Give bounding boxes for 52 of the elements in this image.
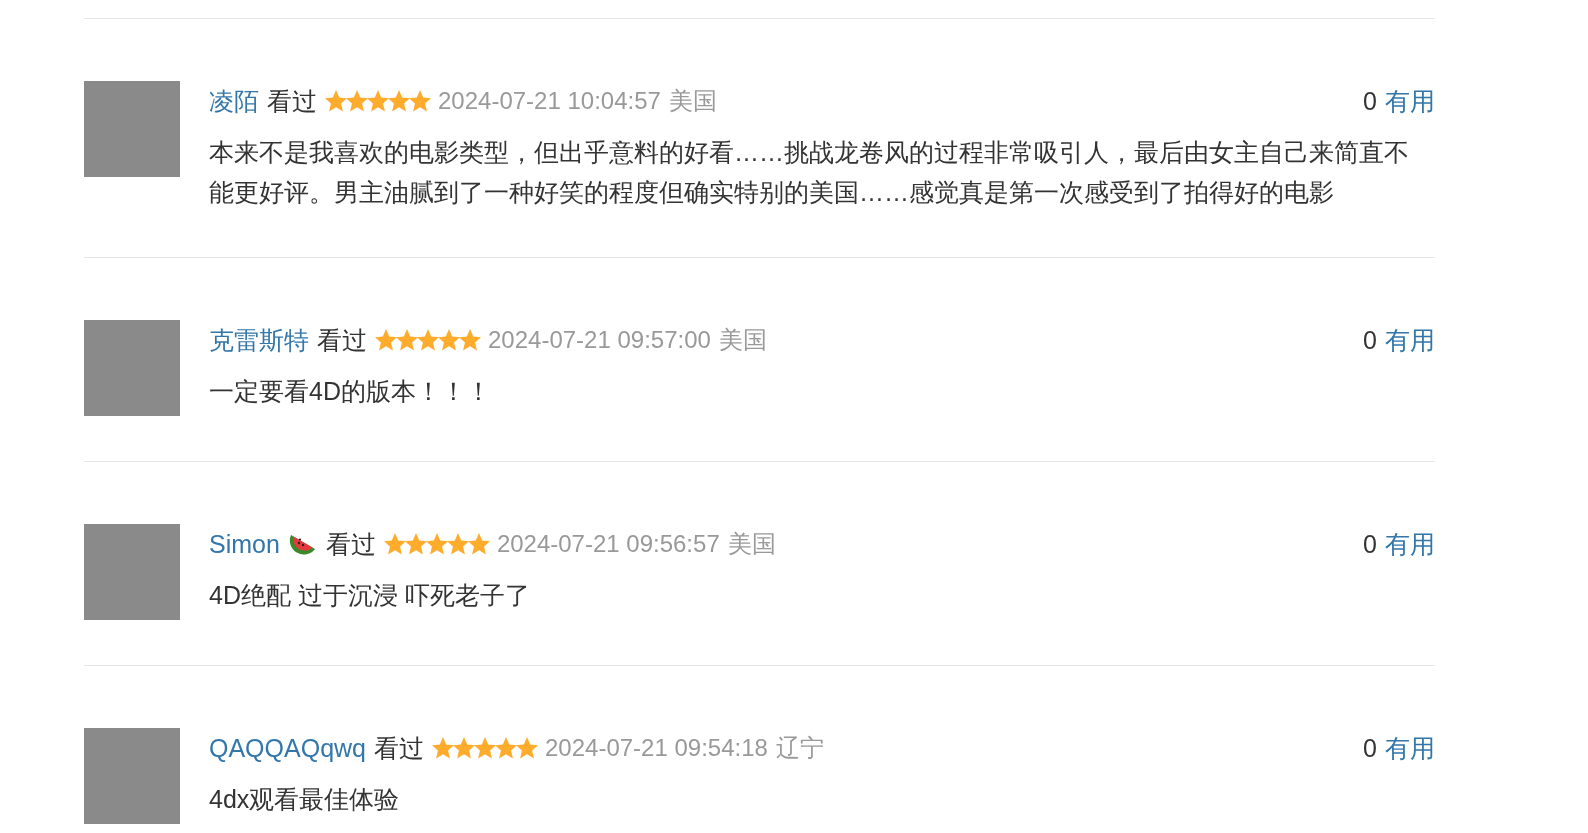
star-icon bbox=[495, 737, 517, 759]
watched-status: 看过 bbox=[317, 324, 367, 356]
username-link[interactable]: 克雷斯特 bbox=[209, 323, 309, 357]
review-time: 2024-07-21 09:56:57 bbox=[496, 530, 720, 558]
username-link[interactable]: 凌陌 bbox=[209, 84, 259, 118]
watched-status: 看过 bbox=[267, 85, 317, 117]
star-icon bbox=[425, 533, 448, 555]
star-icon bbox=[474, 737, 496, 759]
review-location: 美国 bbox=[718, 325, 767, 355]
star-icon bbox=[516, 737, 538, 759]
user-avatar[interactable] bbox=[84, 320, 180, 416]
user-avatar[interactable] bbox=[84, 728, 180, 824]
review-location: 美国 bbox=[668, 86, 717, 116]
username-link[interactable]: Simon bbox=[209, 529, 280, 559]
star-icon bbox=[404, 533, 427, 555]
star-icon bbox=[388, 90, 410, 112]
star-icon bbox=[396, 329, 418, 351]
star-icon bbox=[438, 329, 460, 351]
useful-count: 0 bbox=[1363, 325, 1377, 355]
review-time: 2024-07-21 09:57:00 bbox=[488, 326, 711, 354]
star-icon bbox=[325, 90, 347, 112]
review-time: 2024-07-21 10:04:57 bbox=[438, 87, 661, 115]
star-icon bbox=[346, 90, 368, 112]
star-icon bbox=[383, 533, 406, 555]
review-location: 辽宁 bbox=[775, 733, 824, 763]
user-avatar[interactable] bbox=[84, 81, 180, 177]
useful-count: 0 bbox=[1363, 529, 1377, 559]
useful-link[interactable]: 有用 bbox=[1385, 527, 1435, 561]
useful-count: 0 bbox=[1363, 86, 1377, 116]
star-icon bbox=[459, 329, 481, 351]
user-avatar[interactable] bbox=[84, 524, 180, 620]
review-time: 2024-07-21 09:54:18 bbox=[545, 734, 768, 762]
star-icon bbox=[375, 329, 397, 351]
star-icon bbox=[453, 737, 475, 759]
star-icon bbox=[446, 533, 469, 555]
star-icon bbox=[409, 90, 431, 112]
watched-status: 看过 bbox=[325, 528, 376, 560]
useful-count: 0 bbox=[1363, 733, 1377, 763]
star-icon bbox=[417, 329, 439, 351]
star-icon bbox=[432, 737, 454, 759]
review-comment: 本来不是我喜欢的电影类型，但出乎意料的好看……挑战龙卷风的过程非常吸引人，最后由女主自己来简直不能更好评。男主油腻到了一种好笑的程度但确实特别的美国……感觉真是第一次感受到了拍得好的电影 bbox=[209, 137, 1410, 208]
star-icon bbox=[367, 90, 389, 112]
username-link[interactable]: QAQQAQqwq bbox=[209, 733, 366, 763]
review-comment: 4D绝配 过于沉浸 吓死老子了 bbox=[209, 580, 531, 611]
review-comment: 4dx观看最佳体验 bbox=[209, 784, 401, 815]
star-icon bbox=[467, 533, 490, 555]
useful-link[interactable]: 有用 bbox=[1385, 323, 1435, 357]
watched-status: 看过 bbox=[374, 732, 424, 764]
useful-link[interactable]: 有用 bbox=[1385, 84, 1435, 118]
review-comment: 一定要看4D的版本！！！ bbox=[209, 376, 492, 407]
useful-link[interactable]: 有用 bbox=[1385, 731, 1435, 765]
review-location: 美国 bbox=[727, 529, 776, 559]
